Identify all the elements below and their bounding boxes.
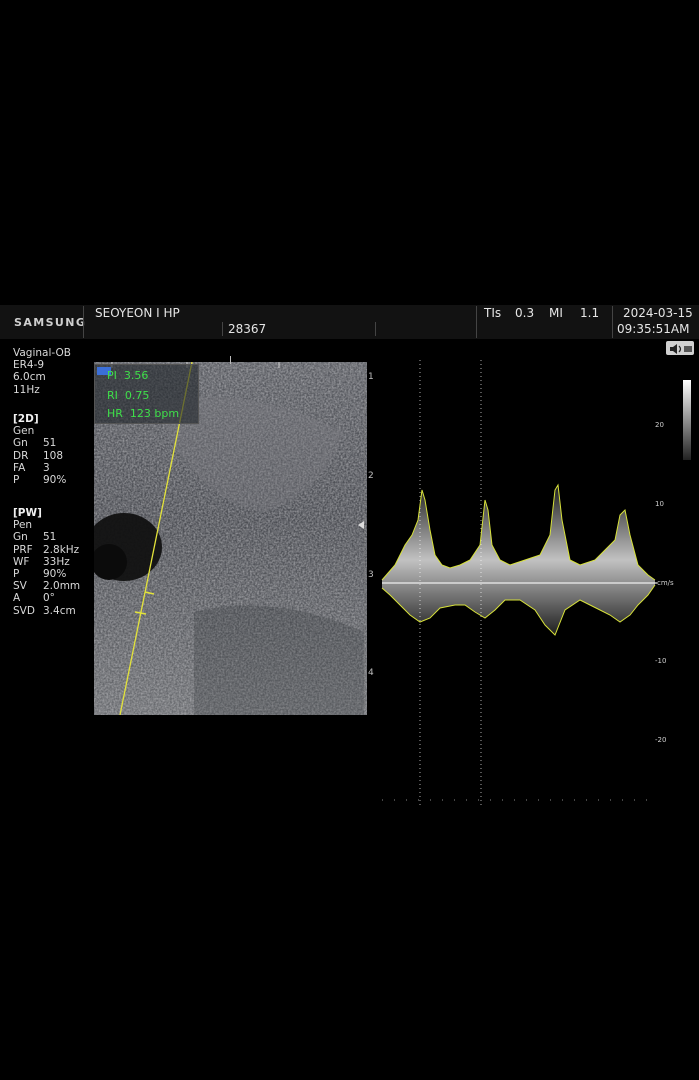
frame-rate: 11Hz bbox=[13, 383, 40, 396]
param-value: 2.8kHz bbox=[43, 543, 80, 556]
depth-tick-label: 4 bbox=[368, 668, 374, 678]
mode-2d-title: [2D] bbox=[13, 413, 39, 425]
measurement-ri: RI 0.75 bbox=[107, 389, 149, 402]
param-key: SV bbox=[13, 580, 27, 593]
velocity-unit-label: cm/s bbox=[657, 579, 674, 587]
param-row: FA 3 bbox=[13, 462, 66, 474]
hospital-name: SEOYEON I HP bbox=[95, 306, 180, 320]
measurement-panel: PI 3.56 RI 0.75 HR 123 bpm bbox=[94, 364, 199, 424]
header-divider bbox=[83, 306, 84, 338]
depth-tick-label: 2 bbox=[368, 471, 374, 481]
velocity-tick-label: -10 bbox=[655, 657, 667, 665]
param-row: Gn 51 bbox=[13, 437, 66, 449]
param-row: DR 108 bbox=[13, 450, 66, 462]
param-value: 108 bbox=[43, 449, 64, 462]
depth-tick-label: 1 bbox=[368, 372, 374, 382]
param-row: P 90% bbox=[13, 474, 66, 486]
param-key: DR bbox=[13, 449, 29, 462]
brand-logo: SAMSUNG bbox=[14, 316, 87, 329]
param-row: WF 33Hz bbox=[13, 556, 80, 568]
exam-time: 09:35:51AM bbox=[617, 322, 690, 336]
mode-pw-title: [PW] bbox=[13, 507, 42, 519]
focus-marker-icon bbox=[358, 521, 364, 529]
ri-value: 0.75 bbox=[124, 389, 150, 402]
param-value: 90% bbox=[43, 568, 67, 581]
gray-map-bar bbox=[683, 380, 691, 460]
header-divider bbox=[375, 322, 376, 336]
param-value: 51 bbox=[43, 437, 57, 450]
param-row: A 0° bbox=[13, 592, 80, 604]
tis-label: TIs bbox=[484, 306, 502, 320]
param-value: 2.0mm bbox=[43, 580, 81, 593]
param-value: 33Hz bbox=[43, 555, 70, 568]
param-key: PRF bbox=[13, 543, 33, 556]
pi-label: PI bbox=[107, 369, 117, 382]
mi-value: 1.1 bbox=[580, 306, 600, 320]
param-row: SV 2.0mm bbox=[13, 580, 80, 592]
param-key: A bbox=[13, 592, 21, 605]
probe-info: Vaginal-OB ER4-9 6.0cm 11Hz bbox=[13, 347, 71, 396]
mi-label: MI bbox=[549, 306, 563, 320]
velocity-tick-label: 20 bbox=[655, 421, 664, 429]
doppler-spectrum[interactable] bbox=[380, 360, 680, 810]
velocity-tick-label: 10 bbox=[655, 500, 664, 508]
preset-name: Vaginal-OB bbox=[13, 347, 71, 359]
param-row: Gn 51 bbox=[13, 531, 80, 543]
header-divider bbox=[476, 306, 477, 338]
measurement-pi: PI 3.56 bbox=[107, 369, 148, 382]
ri-label: RI bbox=[107, 389, 118, 402]
velocity-tick-label: -20 bbox=[655, 736, 667, 744]
top-center-marker bbox=[230, 356, 231, 364]
tis-value: 0.3 bbox=[515, 306, 535, 320]
param-value: 3.4cm bbox=[43, 604, 76, 617]
pi-value: 3.56 bbox=[123, 369, 149, 382]
mode-pw-mode: Pen bbox=[13, 519, 33, 532]
param-row: PRF 2.8kHz bbox=[13, 544, 80, 556]
param-key: P bbox=[13, 568, 20, 581]
param-value: 90% bbox=[43, 474, 67, 487]
mode-pw-params: [PW] Pen Gn 51 PRF 2.8kHz WF 33Hz P 90% SV 2.… bbox=[13, 507, 80, 617]
header-divider bbox=[222, 322, 223, 336]
param-key: WF bbox=[13, 555, 30, 568]
param-key: Gn bbox=[13, 531, 28, 544]
param-key: Gn bbox=[13, 437, 28, 450]
param-row: P 90% bbox=[13, 568, 80, 580]
mode-2d-mode: Gen bbox=[13, 425, 35, 438]
speaker-icon[interactable] bbox=[666, 341, 694, 355]
param-key: FA bbox=[13, 461, 26, 474]
param-key: P bbox=[13, 474, 20, 487]
measurement-hr: HR 123 bpm bbox=[107, 407, 179, 420]
header-divider bbox=[612, 306, 613, 338]
exam-date: 2024-03-15 bbox=[623, 306, 693, 320]
depth-scale-line bbox=[364, 368, 366, 708]
image-depth: 6.0cm bbox=[13, 371, 46, 384]
patient-id: 28367 bbox=[228, 322, 267, 336]
depth-tick-label: 3 bbox=[368, 570, 374, 580]
param-value: 0° bbox=[43, 592, 55, 605]
transducer-name: ER4-9 bbox=[13, 359, 45, 372]
hr-label: HR bbox=[107, 407, 123, 420]
param-key: SVD bbox=[13, 604, 35, 617]
mode-2d-params: [2D] Gen Gn 51 DR 108 FA 3 P 90% bbox=[13, 413, 66, 486]
param-row: SVD 3.4cm bbox=[13, 605, 80, 617]
param-value: 51 bbox=[43, 531, 57, 544]
hr-value: 123 bpm bbox=[129, 407, 180, 420]
param-value: 3 bbox=[43, 461, 50, 474]
